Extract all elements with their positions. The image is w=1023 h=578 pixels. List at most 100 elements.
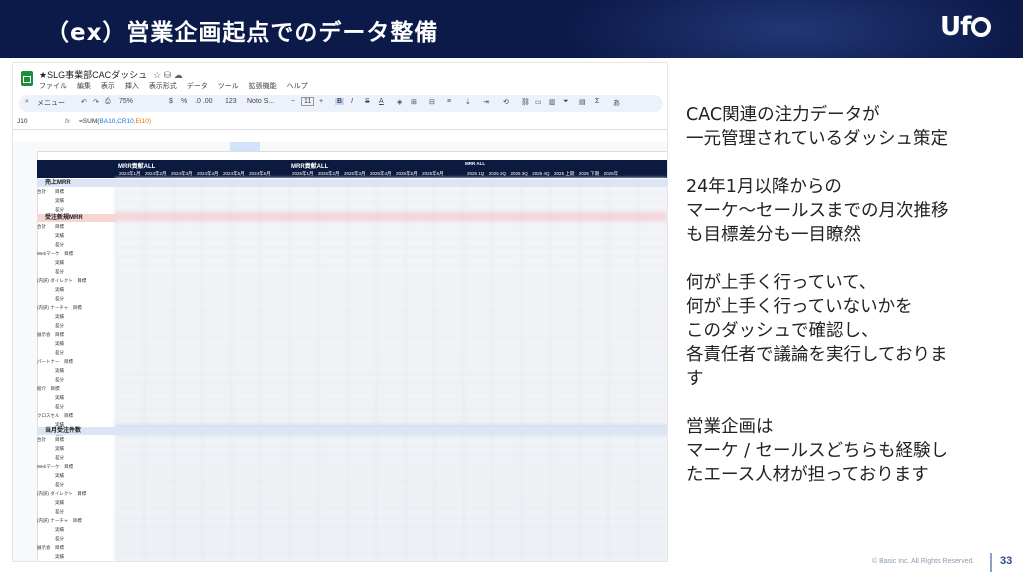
search-icon[interactable]: ⌕: [25, 98, 29, 106]
italic-button[interactable]: I: [351, 98, 353, 105]
valign-icon[interactable]: ⇣: [465, 98, 471, 106]
slide-title: （ex）営業企画起点でのデータ整備: [46, 20, 439, 46]
row-label: 合計 目標: [37, 189, 64, 194]
sheet-toolbar: ⌕ メニュー ↶ ↷ ⎙ 75% $ % .0 .00 123 Noto S..…: [19, 95, 663, 112]
row-header-bar[interactable]: [13, 151, 38, 561]
company-logo: Uf: [940, 12, 992, 42]
menu-extensions[interactable]: 拡張機能: [249, 83, 277, 90]
currency-button[interactable]: $: [169, 98, 173, 105]
formula-prefix: =SUM(: [79, 118, 100, 125]
description-line: 24年1月以降からの: [686, 177, 842, 197]
footer-divider: [990, 553, 992, 572]
selected-column: [230, 142, 260, 151]
row-label: 実績: [37, 554, 64, 559]
number-format-button[interactable]: 123: [225, 98, 237, 105]
row-label: (内訳) ナーチャ 目標: [37, 305, 82, 310]
zoom-select[interactable]: 75%: [119, 98, 133, 105]
labels-monthly-orders: 合計 目標 実績 差分 Webマーケ 目標 実績 差分 (内訳) ダイレクト 目…: [37, 435, 115, 561]
page-number: 33: [1000, 555, 1013, 567]
text-color-button[interactable]: A: [379, 98, 384, 105]
description-line: 一元管理されているダッシュ策定: [686, 129, 948, 149]
sheet-menu-bar: ファイル 編集 表示 挿入 表示形式 データ ツール 拡張機能 ヘルプ: [39, 81, 316, 91]
row-label: 差分: [37, 242, 64, 247]
percent-button[interactable]: %: [181, 98, 187, 105]
borders-icon[interactable]: ⊞: [411, 98, 417, 106]
bold-button[interactable]: B: [335, 98, 345, 105]
undo-icon[interactable]: ↶: [81, 98, 87, 106]
group-label-2024: MRR貢献ALL: [118, 164, 156, 170]
fill-color-icon[interactable]: ◈: [397, 98, 402, 106]
row-label: 実績: [37, 198, 64, 203]
sheets-logo-icon: [21, 71, 33, 86]
menu-view[interactable]: 表示: [101, 83, 115, 90]
row-label: 実績: [37, 368, 64, 373]
labels-sales-mrr: 合計 目標 実績 差分: [37, 187, 115, 214]
chart-icon[interactable]: ▥: [549, 98, 556, 106]
description-para-4: 営業企画は マーケ / セールスどちらも経験し たエース人材が担っております: [686, 415, 1016, 487]
row-label: 差分: [37, 296, 64, 301]
months-2025: 2025年1月 2025年2月 2025年3月 2025年4月 2025年5月 …: [292, 171, 444, 176]
print-icon[interactable]: ⎙: [105, 98, 111, 106]
description-line: 何が上手く行っていて、: [686, 273, 877, 293]
name-box[interactable]: J10: [17, 118, 27, 125]
row-label: (内訳) ダイレクト 目標: [37, 491, 87, 496]
left-navy-header: [37, 160, 115, 178]
row-label: 差分: [37, 455, 64, 460]
row-label: パートナー 目標: [37, 359, 73, 364]
menu-file[interactable]: ファイル: [39, 83, 67, 90]
input-tools-icon[interactable]: あ: [613, 98, 620, 108]
font-select[interactable]: Noto S...: [247, 98, 274, 105]
row-label: 差分: [37, 509, 64, 514]
blurred-data-grid: [115, 178, 667, 561]
rotate-icon[interactable]: ⟲: [503, 98, 509, 106]
link-icon[interactable]: ⛓: [521, 98, 530, 106]
row-label: 実績: [37, 446, 64, 451]
filter-views-icon[interactable]: ▤: [579, 98, 586, 106]
star-move-cloud-icons[interactable]: ☆ ⛁ ☁: [153, 70, 183, 80]
description-text: CAC関連の注力データが 一元管理されているダッシュ策定 24年1月以降からの …: [686, 103, 1016, 511]
menu-tools[interactable]: ツール: [218, 83, 239, 90]
sheet-doc-title[interactable]: ★SLG事業部CACダッシュ ☆ ⛁ ☁: [39, 68, 183, 81]
filter-icon[interactable]: ⏷: [563, 98, 569, 106]
row-label: 差分: [37, 377, 64, 382]
description-line: す: [686, 369, 704, 389]
menu-search[interactable]: メニュー: [37, 98, 65, 108]
logo-text: Uf: [940, 12, 971, 42]
menu-data[interactable]: データ: [187, 83, 208, 90]
menu-edit[interactable]: 編集: [77, 83, 91, 90]
description-line: 何が上手く行っていないかを: [686, 297, 913, 317]
description-line: 各責任者で議論を実行しておりま: [686, 345, 948, 365]
merge-icon[interactable]: ⊟: [429, 98, 435, 106]
comment-icon[interactable]: ▭: [535, 98, 542, 106]
description-line: 営業企画は: [686, 417, 774, 437]
column-header-bar[interactable]: [13, 142, 667, 152]
strike-button[interactable]: S: [365, 98, 370, 105]
sheet-title-row: ★SLG事業部CACダッシュ ☆ ⛁ ☁ ファイル 編集 表示 挿入 表示形式 デ…: [13, 63, 667, 93]
menu-format[interactable]: 表示形式: [149, 83, 177, 90]
row-label: Webマーケ 目標: [37, 464, 74, 469]
font-size-input[interactable]: 11: [301, 97, 315, 106]
decimal-buttons[interactable]: .0 .00: [195, 98, 213, 105]
row-label: 紹介 目標: [37, 386, 60, 391]
row-label: (内訳) ダイレクト 目標: [37, 278, 87, 283]
slide-header: （ex）営業企画起点でのデータ整備 Uf: [0, 0, 1023, 58]
font-size-minus[interactable]: −: [291, 98, 295, 105]
wrap-icon[interactable]: ⇥: [483, 98, 489, 106]
section-sales-mrr: 売上MRR: [37, 179, 667, 187]
quarters-2025: 2025 1Q 2025 2Q 2025 3Q 2025 4Q 2025 上期 …: [467, 171, 619, 176]
row-label: 差分: [37, 323, 64, 328]
description-para-1: CAC関連の注力データが 一元管理されているダッシュ策定: [686, 103, 1016, 151]
align-icon[interactable]: ≡: [447, 98, 451, 105]
row-label: 展示会 目標: [37, 332, 64, 337]
menu-insert[interactable]: 挿入: [125, 83, 139, 90]
logo-o-icon: [971, 17, 992, 37]
menu-help[interactable]: ヘルプ: [287, 83, 308, 90]
redo-icon[interactable]: ↷: [93, 98, 99, 106]
functions-icon[interactable]: Σ: [595, 98, 599, 105]
formula-input[interactable]: =SUM(BA10,CR10,EI10): [79, 118, 151, 125]
fx-icon: fx: [65, 118, 71, 125]
font-size-plus[interactable]: +: [319, 98, 323, 105]
row-label: 実績: [37, 260, 64, 265]
description-line: も目標差分も一目瞭然: [686, 225, 861, 245]
copyright-text: © Basic Inc. All Rights Reserved.: [872, 558, 975, 565]
